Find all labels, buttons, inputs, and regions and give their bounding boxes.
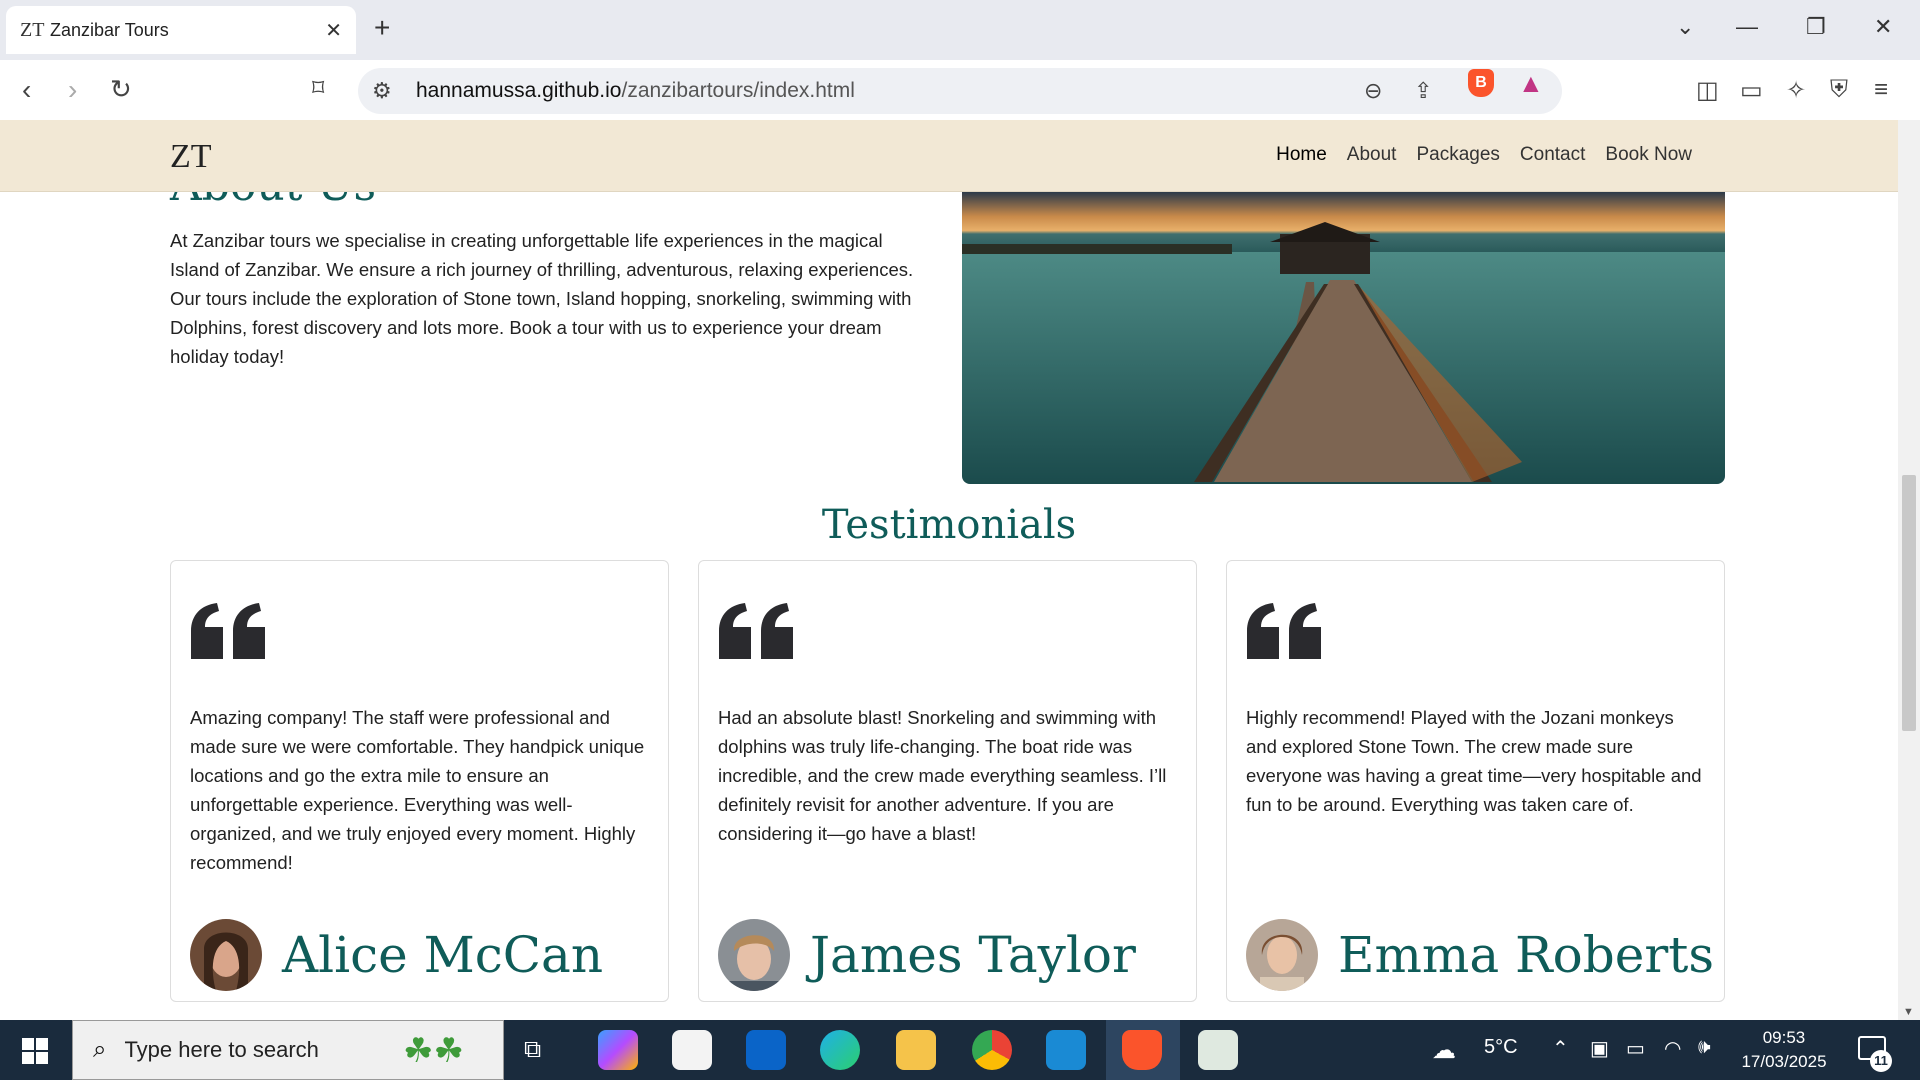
leo-ai-icon[interactable]: ✧ (1786, 76, 1806, 105)
clock-time: 09:53 (1762, 1028, 1806, 1047)
taskbar-search-box[interactable]: ⌕ Type here to search ☘☘ (72, 1020, 504, 1080)
tab-close-icon[interactable]: ✕ (325, 18, 342, 43)
testimonial-card: Highly recommend! Played with the Jozani… (1226, 560, 1725, 1002)
testimonial-text: Amazing company! The staff were professi… (190, 707, 645, 873)
about-text: At Zanzibar tours we specialise in creat… (170, 230, 914, 367)
testimonial-card: Amazing company! The staff were professi… (170, 560, 669, 1002)
volume-icon[interactable]: 🕪 (1698, 1036, 1711, 1059)
show-hidden-icons-chevron-icon[interactable]: ⌃ (1552, 1036, 1569, 1061)
clock-date: 17/03/2025 (1741, 1052, 1827, 1071)
testimonials-title: Testimonials (821, 502, 1077, 548)
menu-icon[interactable]: ≡ (1874, 76, 1888, 104)
browser-toolbar: ‹ › ↻ ⌑ ⚙ hannamussa.github.io/zanzibart… (0, 60, 1920, 120)
outlook-icon[interactable] (746, 1030, 786, 1070)
close-window-icon[interactable]: ✕ (1874, 14, 1892, 40)
wallet-icon[interactable]: ▭ (1740, 76, 1763, 105)
testimonial-author: Alice McCan (190, 919, 603, 991)
back-icon[interactable]: ‹ (22, 74, 31, 106)
minimize-icon[interactable]: — (1736, 14, 1758, 40)
battery-icon[interactable]: ▭ (1626, 1036, 1645, 1061)
brave-rewards-icon[interactable]: ▲ (1518, 68, 1544, 99)
file-explorer-icon[interactable] (896, 1030, 936, 1070)
app-icon[interactable] (1198, 1030, 1238, 1070)
notification-count-badge: 11 (1870, 1050, 1892, 1072)
tab-search-chevron-icon[interactable]: ⌄ (1676, 14, 1694, 40)
about-pier-image (962, 192, 1725, 484)
brave-browser-icon[interactable] (1122, 1030, 1162, 1070)
avatar (190, 919, 262, 991)
restore-icon[interactable]: ❐ (1806, 14, 1826, 40)
quote-icon (191, 603, 265, 659)
meet-icon[interactable]: ▣ (1590, 1036, 1609, 1061)
scroll-down-arrow-icon[interactable]: ▼ (1903, 1006, 1914, 1018)
weather-temperature[interactable]: 5°C (1484, 1036, 1518, 1059)
testimonial-card: Had an absolute blast! Snorkeling and sw… (698, 560, 1197, 1002)
testimonial-text: Had an absolute blast! Snorkeling and sw… (718, 707, 1167, 844)
zoom-icon[interactable]: ⊖ (1364, 78, 1382, 104)
copilot-icon[interactable] (598, 1030, 638, 1070)
quote-icon (1247, 603, 1321, 659)
bookmark-icon[interactable]: ⌑ (312, 74, 324, 103)
brave-shields-icon[interactable]: B (1468, 69, 1494, 97)
shamrock-icon: ☘☘ (403, 1032, 464, 1070)
url-text[interactable]: hannamussa.github.io/zanzibartours/index… (416, 79, 855, 103)
testimonial-author: James Taylor (718, 919, 1136, 991)
browser-tab-active[interactable]: ZT Zanzibar Tours ✕ (6, 6, 356, 54)
nav-packages[interactable]: Packages (1416, 144, 1499, 166)
testimonial-text: Highly recommend! Played with the Jozani… (1246, 707, 1702, 815)
task-view-icon[interactable]: ⧉ (524, 1036, 541, 1064)
search-icon: ⌕ (93, 1036, 107, 1063)
wifi-icon[interactable]: ◠ (1664, 1036, 1681, 1061)
testimonial-author: Emma Roberts (1246, 919, 1714, 991)
nav-contact[interactable]: Contact (1520, 144, 1585, 166)
site-info-icon[interactable]: ⚙ (372, 78, 392, 104)
quote-icon (719, 603, 793, 659)
address-bar[interactable]: ⚙ hannamussa.github.io/zanzibartours/ind… (358, 68, 1562, 114)
nav-home[interactable]: Home (1276, 144, 1327, 166)
sidebar-icon[interactable]: ◫ (1696, 76, 1719, 105)
taskbar-search-placeholder: Type here to search (124, 1037, 319, 1062)
vpn-icon[interactable]: ⛨ (1830, 76, 1848, 104)
site-navbar: ZT Home About Packages Contact Book Now (0, 120, 1898, 192)
windows-taskbar: ⌕ Type here to search ☘☘ ⧉ ☁ 5°C ⌃ ▣ ▭ ◠… (0, 1020, 1920, 1080)
nav-book-now[interactable]: Book Now (1605, 144, 1692, 166)
forward-icon[interactable]: › (68, 74, 77, 106)
windows-start-icon[interactable] (22, 1038, 48, 1064)
testimonial-author-name: Emma Roberts (1338, 926, 1715, 984)
site-nav-links: Home About Packages Contact Book Now (1276, 144, 1692, 166)
new-tab-icon[interactable]: + (374, 12, 390, 44)
page-viewport: About Us ZT Home About Packages Contact … (0, 120, 1898, 1020)
edge-icon[interactable] (820, 1030, 860, 1070)
nav-about[interactable]: About (1347, 144, 1397, 166)
weather-cloud-icon[interactable]: ☁ (1432, 1036, 1456, 1065)
site-logo[interactable]: ZT (170, 138, 212, 176)
tab-title: Zanzibar Tours (50, 19, 169, 40)
reload-icon[interactable]: ↻ (110, 74, 132, 105)
tab-favicon-icon: ZT (20, 18, 45, 41)
page-scrollbar[interactable]: ▼ (1898, 120, 1920, 1020)
scrollbar-thumb[interactable] (1902, 475, 1916, 731)
browser-tab-bar: ZT Zanzibar Tours ✕ + ⌄ — ❐ ✕ (0, 0, 1920, 60)
testimonial-author-name: Alice McCan (282, 926, 604, 984)
avatar (1246, 919, 1318, 991)
testimonial-author-name: James Taylor (810, 926, 1136, 984)
avatar (718, 919, 790, 991)
microsoft-store-icon[interactable] (672, 1030, 712, 1070)
share-icon[interactable]: ⇪ (1414, 78, 1432, 104)
chrome-icon[interactable] (972, 1030, 1012, 1070)
vscode-icon[interactable] (1046, 1030, 1086, 1070)
taskbar-clock[interactable]: 09:53 17/03/2025 (1736, 1026, 1832, 1074)
